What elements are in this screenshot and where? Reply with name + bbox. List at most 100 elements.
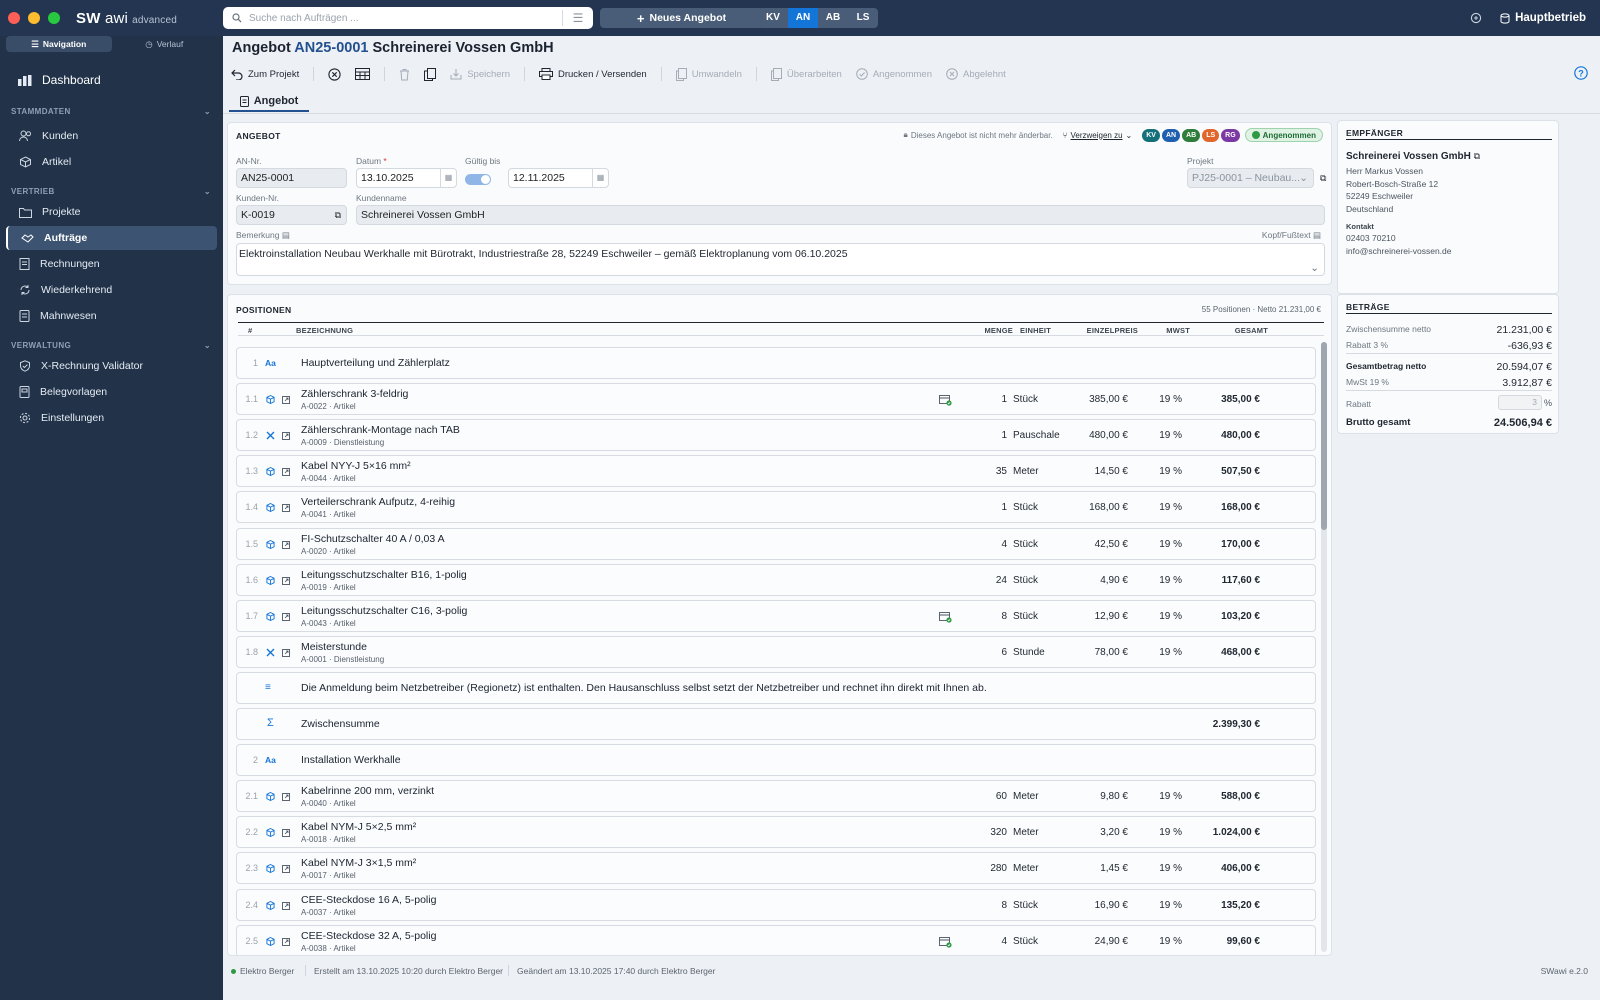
position-row[interactable]: 2.1 Kabelrinne 200 mm, verzinkt A-0040 · A… bbox=[236, 780, 1316, 813]
badge-kv[interactable]: KV bbox=[1142, 128, 1160, 142]
position-row[interactable]: 1.1 Zählerschrank 3-feldrig A-0022 · Artik… bbox=[236, 383, 1316, 416]
tab-navigation[interactable]: ☰ Navigation bbox=[6, 36, 112, 52]
open-customer-icon[interactable]: ⧉ bbox=[335, 206, 341, 224]
position-group-row[interactable]: 1 Aa Hauptverteilung und Zählerplatz bbox=[236, 347, 1316, 379]
branch-dropdown[interactable]: ⑂ Verzweigen zu ⌄ bbox=[1063, 131, 1133, 140]
open-item-icon[interactable] bbox=[282, 901, 290, 913]
doc-type-an[interactable]: AN bbox=[788, 8, 818, 28]
sidebar-item-projekte[interactable]: Projekte bbox=[6, 200, 217, 224]
close-window-button[interactable] bbox=[8, 12, 20, 24]
open-item-icon[interactable] bbox=[282, 828, 290, 840]
folder-icon bbox=[19, 207, 32, 218]
badge-an[interactable]: AN bbox=[1161, 128, 1181, 142]
section-vertrieb[interactable]: VERTRIEB ⌄ bbox=[11, 184, 211, 198]
position-row[interactable]: 1.5 FI-Schutzschalter 40 A / 0,03 A A-0020… bbox=[236, 527, 1316, 560]
sidebar-item-kunden[interactable]: Kunden bbox=[6, 124, 217, 148]
position-row[interactable]: 2.5 CEE-Steckdose 32 A, 5-polig A-0038 · A… bbox=[236, 924, 1316, 955]
badge-ls[interactable]: LS bbox=[1202, 128, 1220, 142]
open-project-icon[interactable]: ⧉ bbox=[1320, 173, 1326, 184]
sidebar-item-artikel[interactable]: Artikel bbox=[6, 150, 217, 174]
open-item-icon[interactable] bbox=[282, 431, 290, 443]
section-stammdaten[interactable]: STAMMDATEN ⌄ bbox=[11, 104, 211, 118]
doc-type-ls[interactable]: LS bbox=[848, 8, 878, 28]
badge-ab[interactable]: AB bbox=[1182, 128, 1201, 142]
convert-button[interactable]: Umwandeln bbox=[675, 67, 742, 81]
open-item-icon[interactable] bbox=[282, 503, 290, 515]
contact-email[interactable]: info@schreinerei-vossen.de bbox=[1346, 246, 1452, 256]
chevron-down-icon[interactable]: ⌄ bbox=[1310, 262, 1319, 274]
save-button[interactable]: Speichern bbox=[450, 68, 510, 80]
position-row[interactable]: 2.4 CEE-Steckdose 16 A, 5-polig A-0037 · A… bbox=[236, 888, 1316, 921]
badge-rg[interactable]: RG bbox=[1221, 128, 1240, 142]
maximize-window-button[interactable] bbox=[48, 12, 60, 24]
position-row[interactable]: 1.4 Verteilerschrank Aufputz, 4-reihig A-0… bbox=[236, 491, 1316, 524]
tab-angebot[interactable]: Angebot bbox=[229, 92, 309, 112]
section-verwaltung[interactable]: VERWALTUNG ⌄ bbox=[11, 338, 211, 352]
validity-toggle[interactable] bbox=[465, 174, 491, 185]
sidebar-item-einstellungen[interactable]: Einstellungen bbox=[6, 406, 217, 430]
open-item-icon[interactable] bbox=[282, 792, 290, 804]
sync-icon[interactable] bbox=[1470, 12, 1482, 24]
projekt-select[interactable]: PJ25-0001 – Neubau... ⌄ bbox=[1187, 168, 1314, 188]
back-to-project-button[interactable]: Zum Projekt bbox=[231, 69, 299, 80]
position-row[interactable]: 1.6 Leitungsschutzschalter B16, 1-polig A-… bbox=[236, 563, 1316, 596]
calendar-icon[interactable]: ▦ bbox=[592, 169, 608, 187]
position-row[interactable]: 2.3 Kabel NYM-J 3×1,5 mm² A-0017 · Artikel… bbox=[236, 852, 1316, 885]
contact-phone[interactable]: 02403 70210 bbox=[1346, 233, 1396, 243]
tab-verlauf[interactable]: ◷ Verlauf bbox=[112, 36, 218, 52]
doc-type-kv[interactable]: KV bbox=[758, 8, 788, 28]
minimize-window-button[interactable] bbox=[28, 12, 40, 24]
accepted-button[interactable]: Angenommen bbox=[856, 68, 932, 80]
company-selector[interactable]: Hauptbetrieb bbox=[1500, 12, 1586, 24]
kunden-nr-field[interactable]: K-0019 ⧉ bbox=[236, 205, 347, 225]
gueltig-field[interactable]: 12.11.2025 ▦ bbox=[508, 168, 609, 188]
open-item-icon[interactable] bbox=[282, 864, 290, 876]
open-item-icon[interactable] bbox=[282, 540, 290, 552]
sidebar-item-wiederkehrend[interactable]: Wiederkehrend bbox=[6, 278, 217, 302]
copy-button[interactable] bbox=[424, 67, 437, 81]
bemerkung-field[interactable]: Elektroinstallation Neubau Werkhalle mit… bbox=[236, 243, 1325, 276]
open-item-icon[interactable] bbox=[282, 467, 290, 479]
new-offer-button[interactable]: + Neues Angebot bbox=[600, 8, 763, 28]
sidebar-item-auftraege[interactable]: Aufträge bbox=[6, 226, 217, 250]
position-group-row[interactable]: 2 Aa Installation Werkhalle bbox=[236, 744, 1316, 777]
scrollbar-track[interactable] bbox=[1321, 342, 1327, 952]
calendar-icon[interactable]: ▦ bbox=[440, 169, 456, 187]
open-link-icon[interactable]: ⧉ bbox=[1474, 151, 1480, 161]
projekt-value: PJ25-0001 – Neubau... bbox=[1192, 172, 1300, 184]
position-row[interactable]: 1.8 Meisterstunde A-0001 · Dienstleistung 6… bbox=[236, 635, 1316, 668]
discount-unit: % bbox=[1544, 398, 1553, 408]
position-row[interactable]: 2.2 Kabel NYM-J 5×2,5 mm² A-0018 · Artikel… bbox=[236, 816, 1316, 849]
sidebar-item-belegvorlagen[interactable]: Belegvorlagen bbox=[6, 380, 217, 404]
an-nr-field[interactable]: AN25-0001 bbox=[236, 168, 347, 188]
kundenname-field[interactable]: Schreinerei Vossen GmbH bbox=[356, 205, 1325, 225]
discount-input[interactable]: 3 bbox=[1498, 395, 1542, 410]
revise-button[interactable]: Überarbeiten bbox=[770, 67, 842, 81]
table-view-button[interactable] bbox=[355, 68, 371, 80]
position-row[interactable]: 1.7 Leitungsschutzschalter C16, 3-polig A-… bbox=[236, 599, 1316, 632]
sidebar-item-mahnwesen[interactable]: Mahnwesen bbox=[6, 304, 217, 328]
print-send-button[interactable]: Drucken / Versenden bbox=[539, 68, 647, 80]
open-item-icon[interactable] bbox=[282, 612, 290, 624]
position-row[interactable]: 1.3 Kabel NYY-J 5×16 mm² A-0044 · Artikel 3… bbox=[236, 455, 1316, 488]
open-item-icon[interactable] bbox=[282, 395, 290, 407]
help-icon[interactable]: ? bbox=[1574, 66, 1588, 80]
position-subtotal-row[interactable]: Σ Zwischensumme 2.399,30 € bbox=[236, 708, 1316, 740]
search-field[interactable]: Suche nach Aufträgen ... ☰ bbox=[223, 7, 593, 29]
doc-type-ab[interactable]: AB bbox=[818, 8, 848, 28]
delete-button[interactable] bbox=[399, 68, 410, 81]
kopf-fusstext-link[interactable]: Kopf/Fußtext ▤ bbox=[1262, 230, 1321, 241]
datum-field[interactable]: 13.10.2025 ▦ bbox=[356, 168, 457, 188]
open-item-icon[interactable] bbox=[282, 937, 290, 949]
filter-menu-icon[interactable]: ☰ bbox=[563, 11, 593, 25]
sidebar-item-rechnungen[interactable]: Rechnungen bbox=[6, 252, 217, 276]
open-item-icon[interactable] bbox=[282, 576, 290, 588]
position-row[interactable]: 1.2 Zählerschrank-Montage nach TAB A-0009 … bbox=[236, 419, 1316, 452]
sidebar-item-xrechnung[interactable]: X-Rechnung Validator bbox=[6, 354, 217, 378]
open-item-icon[interactable] bbox=[282, 648, 290, 660]
cancel-button[interactable] bbox=[328, 67, 341, 81]
sidebar-item-dashboard[interactable]: Dashboard bbox=[18, 70, 223, 90]
position-text-row[interactable]: ≡ Die Anmeldung beim Netzbetreiber (Regio… bbox=[236, 671, 1316, 704]
scrollbar-thumb[interactable] bbox=[1321, 342, 1327, 530]
rejected-button[interactable]: Abgelehnt bbox=[946, 68, 1006, 80]
